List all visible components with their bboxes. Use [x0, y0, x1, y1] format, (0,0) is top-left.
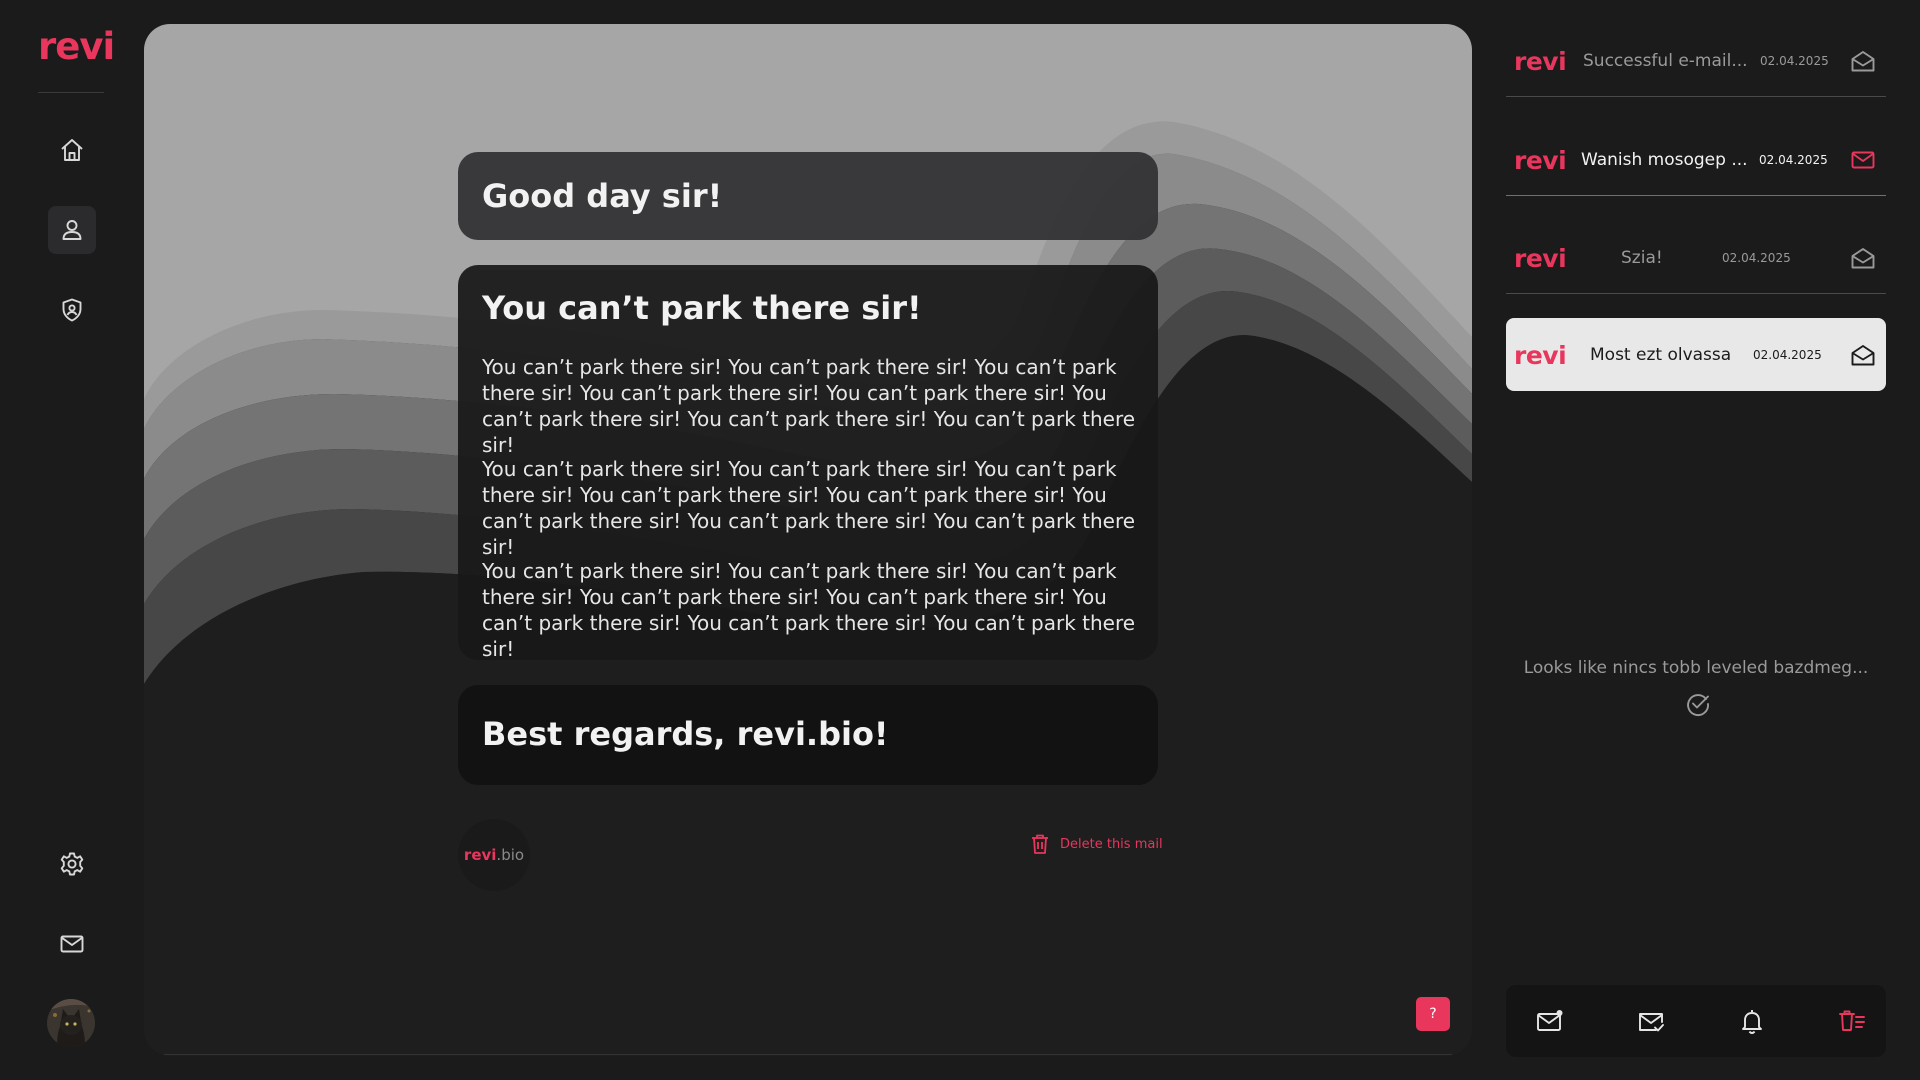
- signoff-text: Best regards, revi.bio!: [482, 715, 889, 753]
- mail-subject: Successful e-mail...: [1583, 51, 1748, 71]
- inbox-panel: revi Successful e-mail... 02.04.2025 rev…: [1506, 0, 1886, 1080]
- greeting-card: Good day sir!: [458, 152, 1158, 240]
- mail-date: 02.04.2025: [1753, 348, 1822, 362]
- sidebar: revi: [0, 0, 144, 1080]
- home-icon: [61, 139, 83, 161]
- inbox-toolbar: [1506, 985, 1886, 1057]
- message-body-card: You can’t park there sir! You can’t park…: [458, 265, 1158, 661]
- item-divider-unread: [1506, 195, 1886, 196]
- signoff-card: Best regards, revi.bio!: [458, 685, 1158, 785]
- message-paragraph: You can’t park there sir! You can’t park…: [482, 355, 1136, 457]
- sidebar-item-security[interactable]: [48, 286, 96, 334]
- check-circle-icon: [1687, 694, 1709, 716]
- revi-logo[interactable]: revi: [38, 28, 115, 65]
- sender-logo: revi: [1514, 146, 1567, 175]
- mail-date: 02.04.2025: [1760, 54, 1829, 68]
- sidebar-item-settings[interactable]: [48, 840, 96, 888]
- inbox-item[interactable]: revi Successful e-mail... 02.04.2025: [1506, 24, 1886, 97]
- mail-icon: [60, 935, 84, 953]
- mail-date: 02.04.2025: [1722, 251, 1791, 265]
- sender-logo: revi: [1514, 341, 1567, 370]
- new-mail-button[interactable]: [1532, 1003, 1568, 1039]
- main-divider: [164, 1054, 1452, 1055]
- message-paragraph: You can’t park there sir! You can’t park…: [482, 559, 1136, 661]
- cat-avatar-icon: [47, 999, 95, 1047]
- sidebar-item-mail[interactable]: [48, 920, 96, 968]
- inbox-item[interactable]: revi Wanish mosogep ... 02.04.2025: [1506, 123, 1886, 196]
- sidebar-item-home[interactable]: [48, 126, 96, 174]
- trash-list-icon: [1839, 1010, 1865, 1031]
- sidebar-divider: [38, 92, 104, 93]
- trash-icon: [1032, 834, 1048, 854]
- mail-open-icon: [1851, 248, 1875, 269]
- sender-brand-chip: revi .bio: [458, 819, 530, 891]
- shield-icon: [62, 298, 82, 322]
- mail-open-icon: [1851, 345, 1875, 366]
- brand-chip-suffix: .bio: [496, 846, 525, 864]
- mail-view: Good day sir! You can’t park there sir! …: [144, 24, 1472, 1056]
- avatar[interactable]: [47, 999, 95, 1047]
- gear-icon: [60, 852, 84, 876]
- item-divider: [1506, 96, 1886, 97]
- delete-list-button[interactable]: [1834, 1003, 1870, 1039]
- help-button[interactable]: ?: [1416, 997, 1450, 1031]
- brand-chip-name: revi: [463, 846, 497, 864]
- mail-open-icon: [1851, 51, 1875, 72]
- sender-logo: revi: [1514, 244, 1567, 273]
- message-title: You can’t park there sir!: [482, 289, 922, 327]
- mail-date: 02.04.2025: [1759, 153, 1828, 167]
- mail-subject: Szia!: [1621, 248, 1663, 268]
- mail-subject: Most ezt olvassa: [1590, 345, 1732, 365]
- bell-icon: [1742, 1010, 1762, 1034]
- mark-read-button[interactable]: [1633, 1003, 1669, 1039]
- sidebar-item-profile[interactable]: [48, 206, 96, 254]
- mail-badge-icon: [1537, 1010, 1563, 1031]
- notifications-button[interactable]: [1734, 1003, 1770, 1039]
- inbox-item[interactable]: revi Szia! 02.04.2025: [1506, 221, 1886, 294]
- greeting-text: Good day sir!: [482, 177, 723, 215]
- empty-inbox-message: Looks like nincs tobb leveled bazdmeg...: [1523, 658, 1869, 678]
- item-divider: [1506, 293, 1886, 294]
- user-icon: [62, 220, 82, 240]
- mail-check-icon: [1639, 1013, 1664, 1032]
- delete-mail-label: Delete this mail: [1060, 836, 1163, 852]
- sender-logo: revi: [1514, 47, 1567, 76]
- inbox-item-selected[interactable]: revi Most ezt olvassa 02.04.2025: [1506, 318, 1886, 391]
- delete-mail-button[interactable]: Delete this mail: [1030, 832, 1163, 856]
- message-paragraph: You can’t park there sir! You can’t park…: [482, 457, 1136, 559]
- mail-subject: Wanish mosogep ...: [1581, 150, 1748, 170]
- mail-icon: [1851, 151, 1875, 169]
